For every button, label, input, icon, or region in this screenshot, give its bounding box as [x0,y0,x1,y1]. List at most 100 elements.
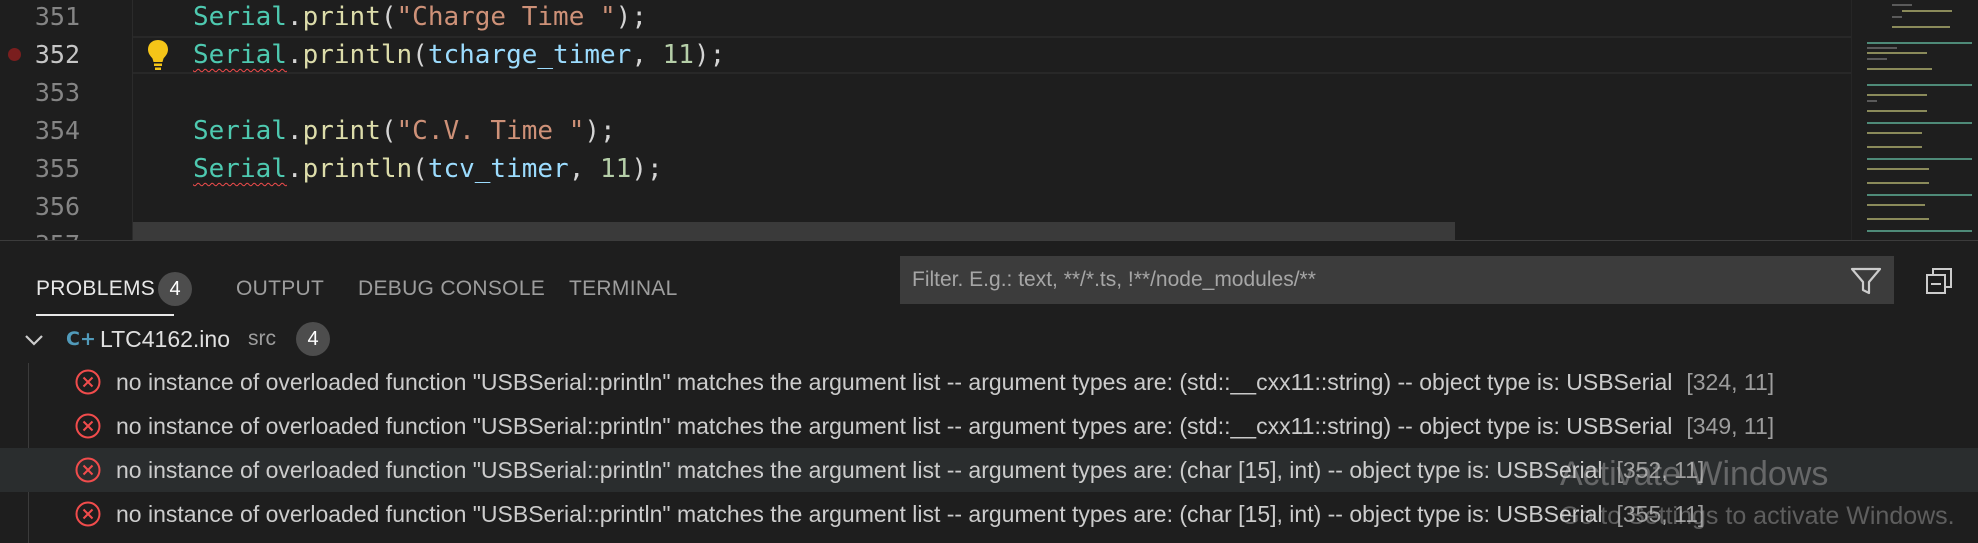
problems-file-row[interactable]: C+ LTC4162.ino src 4 [0,318,1978,360]
line-number: 354 [34,116,80,145]
problem-text: no instance of overloaded function "USBS… [116,404,1774,448]
line-number: 357 [0,226,80,240]
punct-token: , [568,154,601,184]
code-line-351[interactable]: Serial.print("Charge Time "); [193,0,647,36]
minimap-line [1867,194,1972,196]
file-problem-count-badge: 4 [296,322,330,356]
tab-debug-console[interactable]: DEBUG CONSOLE [358,269,545,309]
tab-problems[interactable]: PROBLEMS [36,269,155,309]
line-number: 356 [34,192,80,221]
line-number: 353 [34,78,80,107]
minimap-line [1892,4,1912,6]
minimap-line [1867,168,1929,170]
line-number: 355 [34,154,80,183]
horizontal-scrollbar[interactable] [133,222,1455,240]
class-token-error: Serial [193,40,287,70]
error-icon [75,369,101,395]
arduino-file-icon: C+ [66,328,96,350]
activate-windows-subtext: Go to Settings to activate Windows. [1560,502,1955,530]
problem-text: no instance of overloaded function "USBS… [116,448,1704,492]
minimap-line [1867,122,1972,124]
punct-token: ); [693,40,726,70]
chevron-down-icon[interactable] [22,328,46,352]
punct-token: , [631,40,663,70]
error-icon [75,413,101,439]
line-number-gutter[interactable]: 351 352 353 354 355 356 357 [0,0,132,240]
minimap-line [1867,230,1972,232]
minimap-line [1867,158,1972,160]
function-token: print [302,116,381,146]
minimap-line [1867,68,1932,70]
minimap-line [1867,47,1897,49]
class-token: Serial [193,116,287,146]
punct-token: . [286,154,303,184]
minimap-line [1867,58,1887,60]
punct-token: ); [631,154,663,184]
minimap-line [1867,52,1927,54]
problem-message: no instance of overloaded function "USBS… [116,413,1673,439]
error-icon [75,457,101,483]
function-token: print [302,2,381,32]
minimap-line [1892,26,1950,28]
problem-message: no instance of overloaded function "USBS… [116,369,1673,395]
file-directory: src [248,327,276,350]
code-line-355[interactable]: Serial.println(tcv_timer, 11); [193,150,663,188]
minimap-line [1867,100,1877,102]
punct-token: ); [584,116,616,146]
punct-token: ( [380,116,397,146]
punct-token: ( [412,40,428,70]
minimap-line [1867,132,1922,134]
minimap-line [1902,10,1952,12]
line-number: 351 [34,2,80,31]
problem-location: [324, 11] [1686,369,1775,395]
problem-message: no instance of overloaded function "USBS… [116,501,1603,527]
problem-item[interactable]: no instance of overloaded function "USBS… [0,404,1978,448]
problem-item[interactable]: no instance of overloaded function "USBS… [0,360,1978,404]
minimap-line [1867,146,1922,148]
file-name: LTC4162.ino [100,326,230,352]
number-token: 11 [600,154,632,184]
punct-token: ( [412,154,428,184]
code-line-352[interactable]: Serial.println(tcharge_timer, 11); [193,36,725,74]
minimap-line [1892,16,1902,18]
number-token: 11 [662,40,694,70]
variable-token: tcv_timer [427,154,569,184]
minimap-line [1867,42,1972,44]
minimap-line [1867,110,1927,112]
collapse-all-icon[interactable] [1923,265,1955,297]
problem-location: [349, 11] [1686,413,1775,439]
variable-token: tcharge_timer [427,40,632,70]
problem-text: no instance of overloaded function "USBS… [116,492,1704,536]
class-token: Serial [193,2,287,32]
punct-token: ( [380,2,397,32]
problem-text: no instance of overloaded function "USBS… [116,360,1774,404]
activate-windows-watermark: Activate Windows [1560,455,1829,493]
code-editor[interactable]: 351 352 353 354 355 356 357 Serial.print… [0,0,1978,240]
minimap-line [1867,182,1929,184]
function-token: println [302,154,413,184]
class-token-error: Serial [193,154,287,184]
punct-token: . [286,2,303,32]
tab-output[interactable]: OUTPUT [236,269,324,309]
minimap-line [1867,204,1925,206]
lightbulb-icon[interactable] [146,38,170,72]
problem-message: no instance of overloaded function "USBS… [116,457,1603,483]
string-token: "Charge Time " [396,2,616,32]
punct-token: ); [615,2,647,32]
filter-icon[interactable] [1848,263,1884,299]
filter-input[interactable]: Filter. E.g.: text, **/*.ts, !**/node_mo… [900,256,1894,304]
active-tab-indicator [36,314,174,316]
tab-terminal[interactable]: TERMINAL [569,269,678,309]
punct-token: . [286,116,303,146]
problems-count-badge: 4 [158,272,192,306]
function-token: println [302,40,413,70]
bottom-panel: PROBLEMS 4 OUTPUT DEBUG CONSOLE TERMINAL… [0,240,1978,543]
line-number: 352 [34,40,80,69]
minimap-line [1867,218,1929,220]
minimap-line [1867,94,1927,96]
error-icon [75,501,101,527]
minimap-line [1867,84,1972,86]
punct-token: . [286,40,303,70]
minimap[interactable] [1851,0,1978,240]
code-line-354[interactable]: Serial.print("C.V. Time "); [193,112,616,150]
